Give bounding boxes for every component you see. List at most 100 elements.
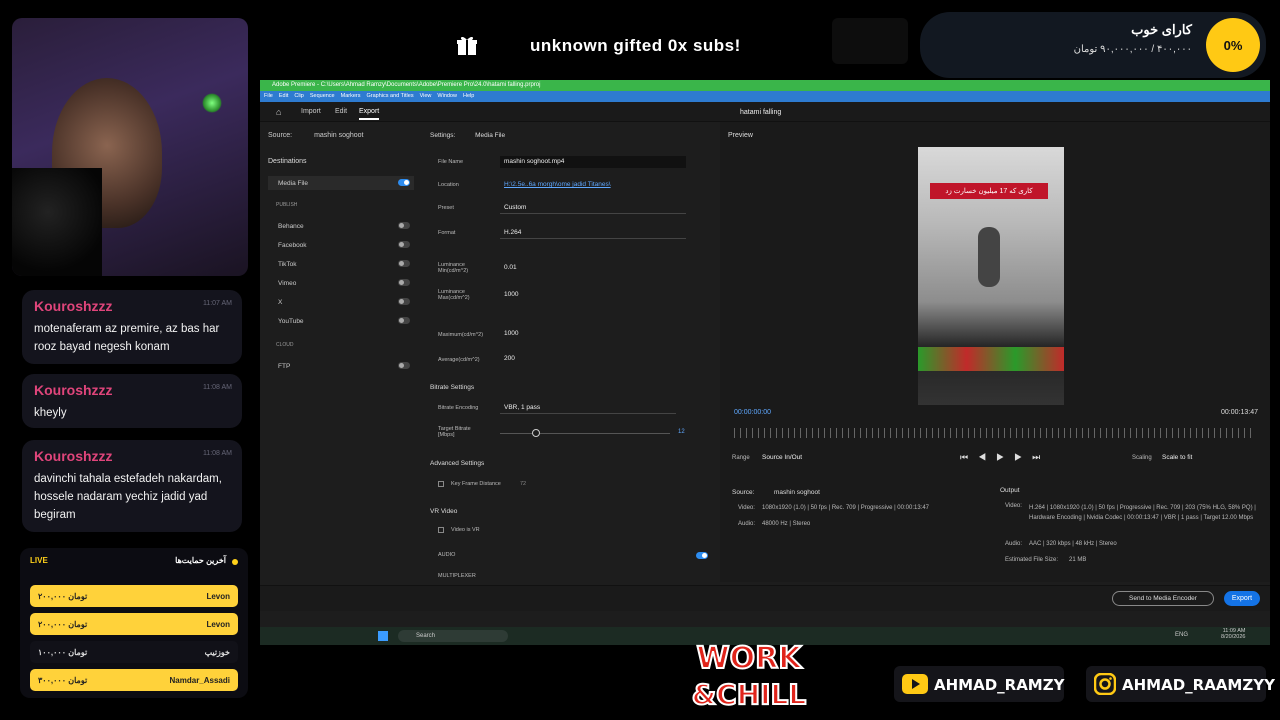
menu-file[interactable]: File: [264, 91, 273, 102]
tab-edit[interactable]: Edit: [335, 108, 347, 115]
destinations-panel: Source: mashin soghoot Destinations Medi…: [260, 122, 420, 582]
destination-x[interactable]: X: [268, 295, 414, 309]
file-name-input[interactable]: mashin soghoot.mp4: [500, 156, 686, 168]
menu-markers[interactable]: Markers: [341, 91, 361, 102]
menu-help[interactable]: Help: [463, 91, 474, 102]
clock[interactable]: 11:09 AM 8/20/2026: [1221, 628, 1245, 640]
chat-username: Kouroshzzz: [34, 298, 113, 314]
output-audio-label: Audio:: [1005, 541, 1023, 547]
average-value[interactable]: 200: [500, 353, 686, 365]
chat-time: 11:08 AM: [202, 384, 232, 391]
multiplexer-section[interactable]: MULTIPLEXER: [438, 573, 476, 579]
document-title: hatami falling: [740, 109, 782, 116]
clock-date: 8/20/2026: [1221, 634, 1246, 640]
destination-youtube[interactable]: YouTube: [268, 314, 414, 328]
supports-header: LIVE آخرین حمایت‌ها: [30, 556, 238, 570]
taskbar-search[interactable]: Search: [398, 630, 508, 642]
lum-max-value[interactable]: 1000: [500, 289, 686, 301]
behance-label: Behance: [278, 222, 304, 230]
support-name: Levon: [206, 591, 230, 601]
audio-section[interactable]: AUDIO: [438, 552, 455, 558]
support-amount: ۱۰۰,۰۰۰ تومان: [38, 647, 88, 657]
webcam-feed: [12, 18, 248, 276]
maximum-value[interactable]: 1000: [500, 328, 686, 340]
instagram-icon: [1094, 673, 1116, 695]
dot-icon: [232, 559, 238, 565]
preview-label: Preview: [728, 132, 753, 139]
format-dropdown[interactable]: H.264: [500, 227, 686, 239]
lum-min-value[interactable]: 0.01: [500, 262, 686, 274]
target-bitrate-slider[interactable]: [500, 433, 670, 434]
vimeo-toggle[interactable]: [398, 279, 410, 286]
keyframe-value[interactable]: 72: [520, 481, 526, 487]
keyframe-label: Key Frame Distance: [451, 481, 501, 487]
bitrate-encoding-dropdown[interactable]: VBR, 1 pass: [500, 402, 676, 414]
source-info-name: mashin soghoot: [774, 489, 820, 496]
tiktok-toggle[interactable]: [398, 260, 410, 267]
chat-text: davinchi tahala estefadeh nakardam, hoss…: [34, 473, 222, 521]
destination-behance[interactable]: Behance: [268, 219, 414, 233]
keyframe-checkbox[interactable]: [438, 481, 444, 487]
export-button[interactable]: Export: [1224, 591, 1260, 606]
scaling-label: Scaling: [1132, 455, 1152, 461]
location-link[interactable]: H:\2.5e..6a morgh\ome jadid Titanes\: [500, 179, 686, 191]
settings-header: Settings: Media File: [430, 132, 505, 139]
support-name: Levon: [206, 619, 230, 629]
chat-message: Kouroshzzz 11:08 AM davinchi tahala este…: [22, 440, 242, 532]
tab-import[interactable]: Import: [301, 108, 321, 115]
average-label: Average(cd/m^2): [438, 357, 480, 363]
behance-toggle[interactable]: [398, 222, 410, 229]
destination-media-file[interactable]: Media File: [268, 176, 414, 190]
destination-vimeo[interactable]: Vimeo: [268, 276, 414, 290]
instagram-name: AHMAD_RAAMZYY: [1122, 676, 1275, 694]
bitrate-heading: Bitrate Settings: [430, 384, 475, 391]
ftp-toggle[interactable]: [398, 362, 410, 369]
goal-title: کارای خوب: [1131, 22, 1192, 37]
media-file-toggle[interactable]: [398, 179, 410, 186]
youtube-icon: [902, 674, 928, 694]
chat-text: kheyly: [34, 407, 67, 419]
tab-export[interactable]: Export: [359, 108, 380, 120]
preset-dropdown[interactable]: Custom: [500, 202, 686, 214]
vr-checkbox[interactable]: [438, 527, 444, 533]
support-name: خوزتیپ: [204, 647, 230, 657]
scaling-dropdown[interactable]: Scale to fit: [1160, 452, 1250, 464]
slider-handle[interactable]: [532, 429, 540, 437]
chat-username: Kouroshzzz: [34, 448, 113, 464]
vr-heading: VR Video: [430, 508, 458, 515]
language-indicator[interactable]: ENG: [1175, 632, 1188, 638]
timeline-ruler[interactable]: [734, 428, 1256, 438]
windows-start-icon[interactable]: [378, 631, 388, 641]
ftp-label: FTP: [278, 362, 291, 370]
destination-ftp[interactable]: FTP: [268, 359, 414, 373]
file-size-label: Estimated File Size:: [1005, 557, 1059, 563]
support-row: ۲۰۰,۰۰۰ تومان Levon: [30, 613, 238, 635]
menu-edit[interactable]: Edit: [279, 91, 288, 102]
file-name-label: File Name: [438, 159, 464, 165]
chat-message: Kouroshzzz 11:07 AM motenaferam az premi…: [22, 290, 242, 364]
destination-facebook[interactable]: Facebook: [268, 238, 414, 252]
x-toggle[interactable]: [398, 298, 410, 305]
recent-supports-panel: LIVE آخرین حمایت‌ها ۲۰۰,۰۰۰ تومان Levon …: [20, 548, 248, 698]
menu-graphics[interactable]: Graphics and Titles: [367, 91, 414, 102]
menu-view[interactable]: View: [420, 91, 432, 102]
send-to-encoder-button[interactable]: Send to Media Encoder: [1112, 591, 1214, 606]
target-bitrate-value[interactable]: 12: [678, 429, 685, 435]
goal-percent: 0%: [1206, 18, 1260, 72]
output-label: Output: [1000, 487, 1020, 494]
destination-tiktok[interactable]: TikTok: [268, 257, 414, 271]
vr-label: Video is VR: [451, 527, 480, 533]
menu-clip[interactable]: Clip: [294, 91, 303, 102]
playback-controls[interactable]: ⏮◀▶▶⏭: [960, 452, 1050, 463]
support-amount: ۲۰۰,۰۰۰ تومان: [38, 619, 88, 629]
range-dropdown[interactable]: Source In/Out: [760, 452, 850, 464]
audio-toggle[interactable]: [696, 552, 708, 559]
menu-sequence[interactable]: Sequence: [310, 91, 335, 102]
preset-label: Preset: [438, 205, 454, 211]
premiere-window: Adobe Premiere - C:\Users\Ahmad Ramzy\Do…: [260, 80, 1270, 645]
youtube-toggle[interactable]: [398, 317, 410, 324]
logo-line1: WORK: [697, 641, 804, 676]
facebook-toggle[interactable]: [398, 241, 410, 248]
menu-window[interactable]: Window: [437, 91, 457, 102]
home-icon[interactable]: ⌂: [276, 107, 281, 117]
